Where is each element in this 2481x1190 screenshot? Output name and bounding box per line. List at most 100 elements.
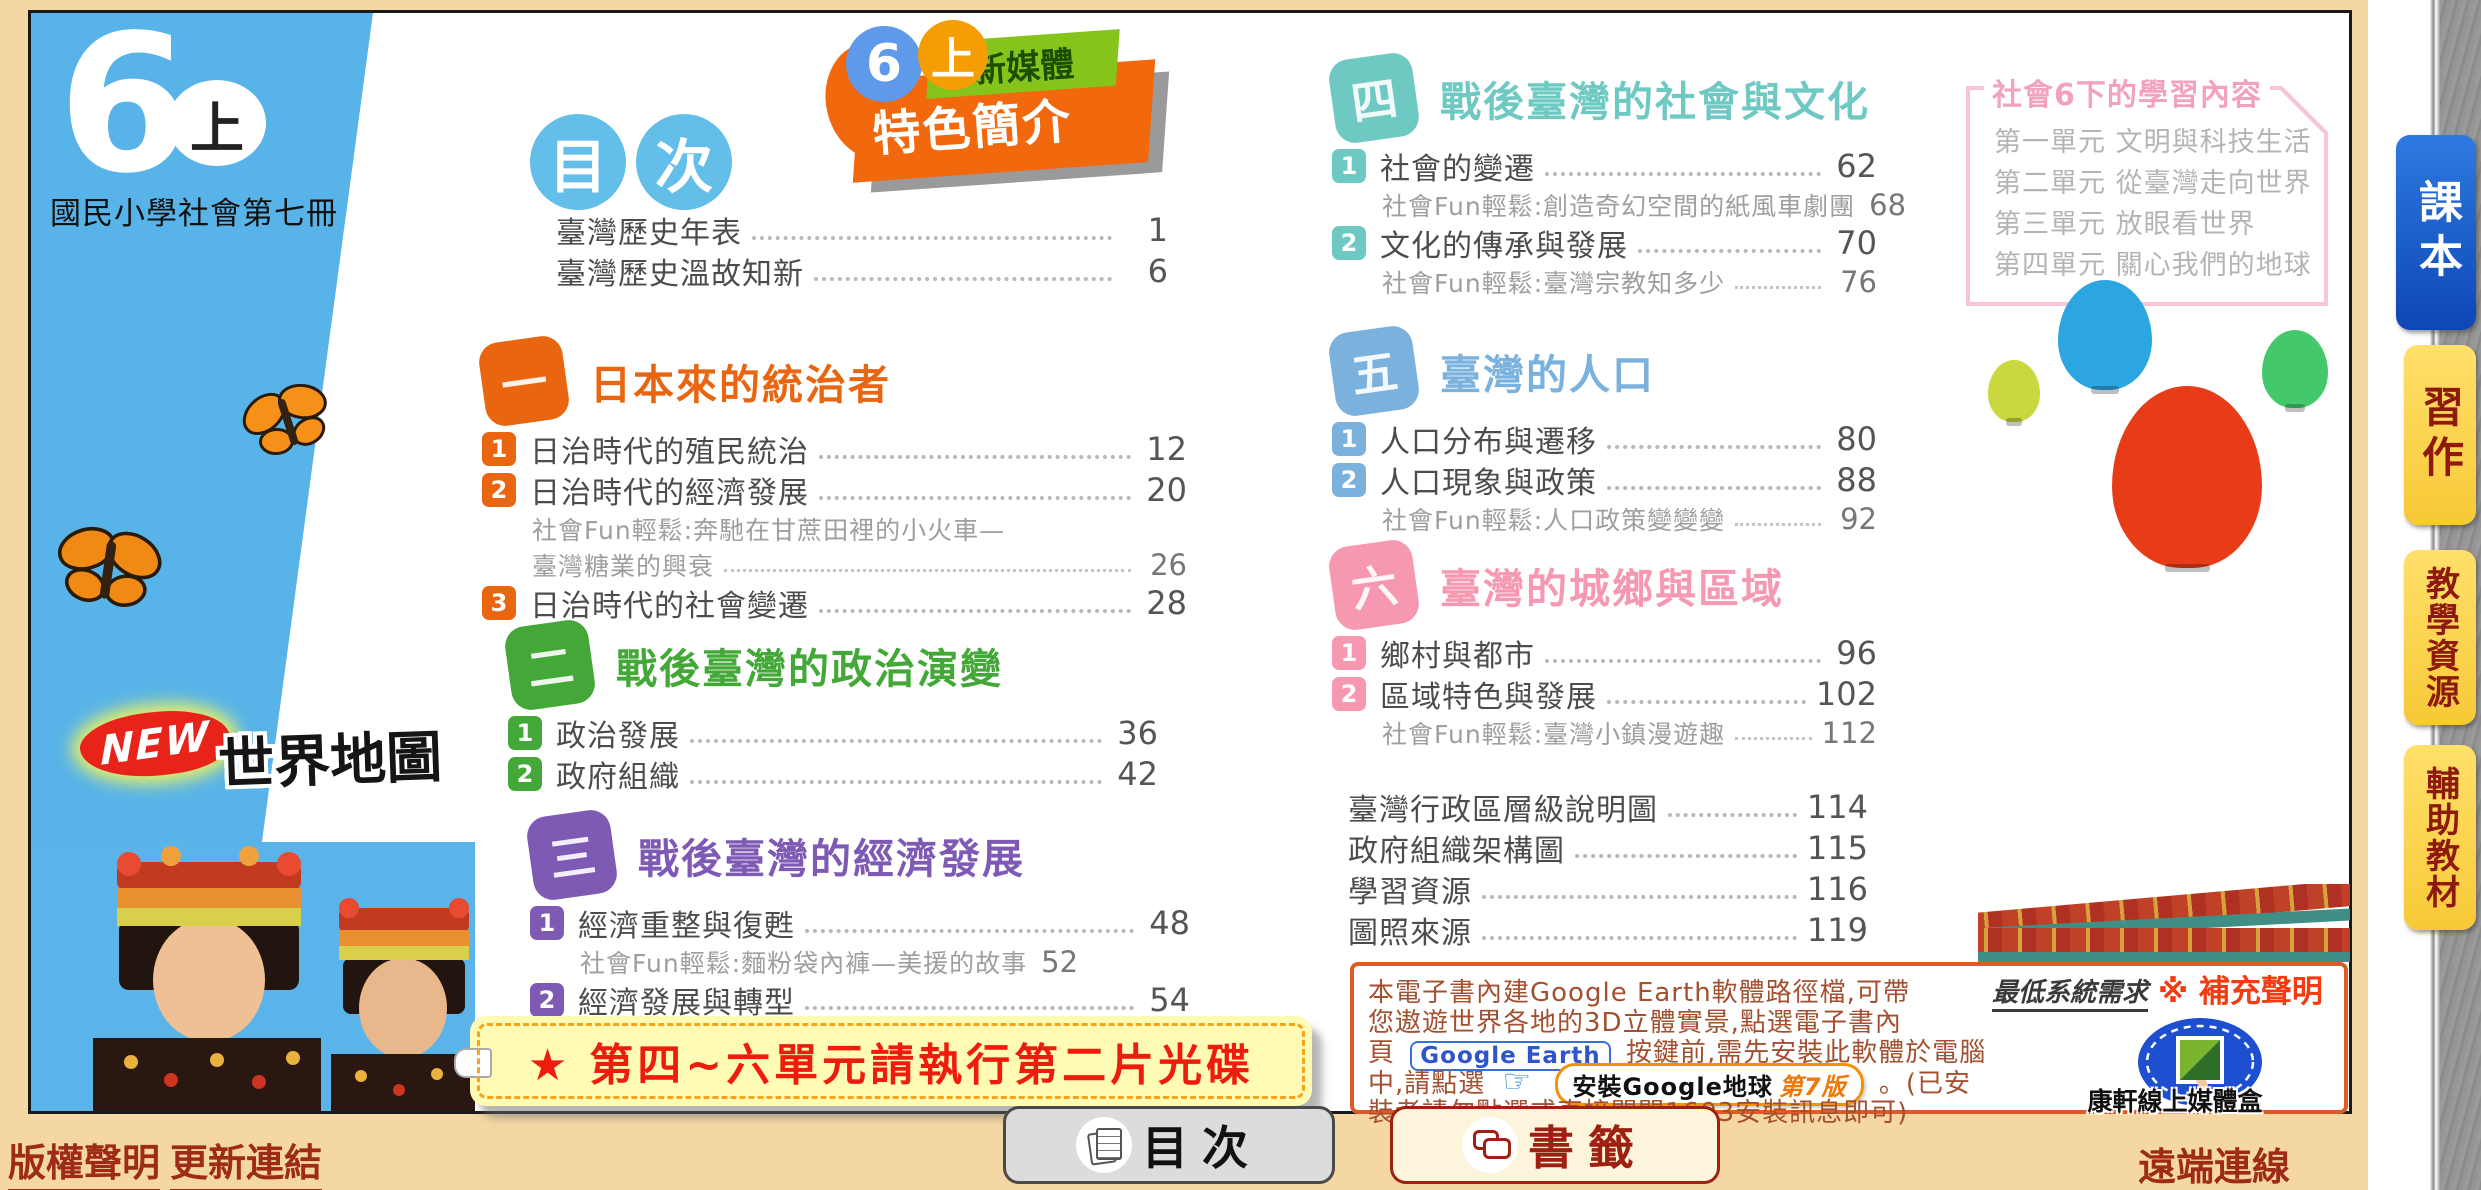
toc-fun-entry[interactable]: 社會Fun輕鬆:臺灣小鎮漫遊趣112 [1382,716,1877,749]
toc-entry[interactable]: 臺灣歷史年表1 [556,211,1168,249]
toc-entry[interactable]: 2政府組織42 [508,755,1158,793]
update-link[interactable]: 更新連結 [170,1132,322,1190]
dotted-leader [819,496,1131,500]
toc-entry[interactable]: 1日治時代的殖民統治12 [482,430,1187,468]
media-box-logo-label[interactable]: 康軒線上媒體盒 [2055,1082,2295,1118]
unit-icon: 六 [1327,538,1422,633]
entry-label: 人口現象與政策 [1380,458,1597,502]
toc-entry[interactable]: 1鄉村與都市96 [1332,634,1877,672]
dotted-leader [805,929,1134,933]
sidebar-tab-workbook[interactable]: 習作 [2404,345,2476,525]
grade-number: 6 [58,0,190,210]
unit-header[interactable]: 二戰後臺灣的政治演變 [508,622,1158,708]
unit-block: 六臺灣的城鄉與區域 1鄉村與都市962區域特色與發展102社會Fun輕鬆:臺灣小鎮… [1332,542,1877,752]
toc-tab-button[interactable]: 目次 [1003,1106,1335,1184]
entry-number-badge: 2 [1332,226,1366,260]
entry-label: 社會Fun輕鬆:麵粉袋內褲—美援的故事 [580,944,1027,980]
entry-number-badge: 2 [1332,677,1366,711]
unit-header[interactable]: 五臺灣的人口 [1332,328,1877,414]
ebook-screen: 6 上 國民小學社會第七冊 NEW 世界地圖 [0,0,2481,1190]
entry-page-number: 68 [1869,188,1877,222]
toc-entry[interactable]: 2人口現象與政策88 [1332,461,1877,499]
dotted-leader [814,277,1112,281]
remote-connection-link[interactable]: 遠端連線 [2138,1136,2290,1190]
copyright-link[interactable]: 版權聲明 [8,1132,160,1190]
new-badge-label: NEW [100,713,210,775]
toc-entry[interactable]: 3日治時代的社會變遷28 [482,584,1187,622]
entry-page-number: 116 [1807,870,1868,908]
toc-fun-entry[interactable]: 社會Fun輕鬆:創造奇幻空間的紙風車劇團68 [1382,188,1877,221]
dotted-leader [1668,813,1797,817]
cover-photo-image [31,842,475,1111]
sidebar-tab-teaching-resources[interactable]: 教學資源 [2404,550,2476,725]
toc-entry[interactable]: 1人口分布與遷移80 [1332,420,1877,458]
toc-entry[interactable]: 政府組織架構圖115 [1348,829,1868,867]
toc-entry[interactable]: 學習資源116 [1348,870,1868,908]
entry-page-number: 96 [1831,634,1877,672]
dotted-leader [819,609,1131,613]
entry-page-number: 42 [1112,755,1158,793]
unit-icon: 三 [525,808,620,903]
dotted-leader [1735,286,1821,289]
bookmark-icon [1462,1117,1518,1173]
world-map-link[interactable]: 世界地圖 [217,712,444,801]
sidebar-tab-supplementary-materials[interactable]: 輔助教材 [2404,745,2476,930]
dotted-leader [1735,737,1812,740]
entry-page-number: 48 [1144,904,1190,942]
pages-icon [1076,1117,1132,1173]
unit-title: 戰後臺灣的社會與文化 [1440,68,1870,128]
dotted-leader [690,739,1102,743]
entry-label: 文化的傳承與發展 [1380,221,1628,265]
unit-header[interactable]: 六臺灣的城鄉與區域 [1332,542,1877,628]
toc-entry[interactable]: 2 文化的傳承與發展 70 [1332,224,1877,262]
entry-label: 臺灣行政區層級說明圖 [1348,785,1658,829]
toc-entry[interactable]: 1經濟重整與復甦48 [530,904,1190,942]
toc-entry[interactable]: 2日治時代的經濟發展20 [482,471,1187,509]
entry-label: 臺灣歷史年表 [556,208,742,252]
unit-icon: 一 [477,334,572,429]
toc-entry[interactable]: 2經濟發展與轉型54 [530,981,1190,1019]
sidebar-tab-textbook[interactable]: 課本 [2396,135,2476,330]
entry-label: 社會Fun輕鬆:臺灣宗教知多少 [1382,264,1725,300]
toc-fun-entry[interactable]: 社會Fun輕鬆:麵粉袋內褲—美援的故事52 [580,945,1190,978]
entry-page-number: 119 [1807,911,1868,949]
toc-entry[interactable]: 臺灣歷史溫故知新6 [556,252,1168,290]
toc-title-char: 目 [530,114,626,210]
unit-title: 臺灣的人口 [1440,341,1655,401]
toc-fun-entry[interactable]: 社會Fun輕鬆:臺灣宗教知多少76 [1382,265,1877,298]
next-semester-item: 第三單元 放眼看世界 [1994,204,2312,245]
toc-entry[interactable]: 圖照來源119 [1348,911,1868,949]
entry-page-number: 114 [1807,788,1868,826]
toc-entry[interactable]: 2區域特色與發展102 [1332,675,1877,713]
badge-grade: 6 [846,26,922,102]
entry-page-number: 26 [1141,548,1187,582]
unit-header[interactable]: 三戰後臺灣的經濟發展 [530,812,1190,898]
entry-page-number: 70 [1831,224,1877,262]
badge-semester: 上 [918,20,988,90]
min-system-requirements-link[interactable]: 最低系統需求 [1992,972,2148,1012]
toc-fun-entry[interactable]: 社會Fun輕鬆:奔馳在甘蔗田裡的小火車— [532,512,1187,545]
unit-header[interactable]: 四戰後臺灣的社會與文化 [1332,55,1877,141]
toc-entry[interactable]: 臺灣行政區層級說明圖 114 [1348,788,1868,826]
dotted-leader [1545,659,1821,663]
entry-page-number: 36 [1112,714,1158,752]
unit-header[interactable]: 一日本來的統治者 [482,338,1187,424]
entry-number-badge: 2 [482,473,516,507]
dotted-leader [752,236,1112,240]
toc-entry[interactable]: 1政治發展36 [508,714,1158,752]
entry-label: 社會Fun輕鬆:奔馳在甘蔗田裡的小火車— [532,511,1005,547]
feature-intro-badge[interactable]: 特色簡介 新媒體 6 上 [826,20,1176,180]
banner-text: ★第四~六單元請執行第二片光碟 [528,1029,1254,1093]
supplement-statement-link[interactable]: ※ 補充聲明 [2158,966,2323,1011]
sky-lantern-blue-image [2058,280,2152,390]
entry-label: 臺灣歷史溫故知新 [556,249,804,293]
toc-fun-entry[interactable]: 臺灣糖業的興衰26 [532,548,1187,581]
entry-page-number: 54 [1144,981,1190,1019]
bookmark-tab-button[interactable]: 書籤 [1390,1106,1720,1184]
toc-fun-entry[interactable]: 社會Fun輕鬆:人口政策變變變92 [1382,502,1877,535]
unit-block: 四戰後臺灣的社會與文化 1社會的變遷62社會Fun輕鬆:創造奇幻空間的紙風車劇團6… [1332,55,1877,301]
dotted-leader [1482,895,1797,899]
entry-page-number: 80 [1831,420,1877,458]
entry-number-badge: 1 [1332,422,1366,456]
toc-entry[interactable]: 1社會的變遷62 [1332,147,1877,185]
